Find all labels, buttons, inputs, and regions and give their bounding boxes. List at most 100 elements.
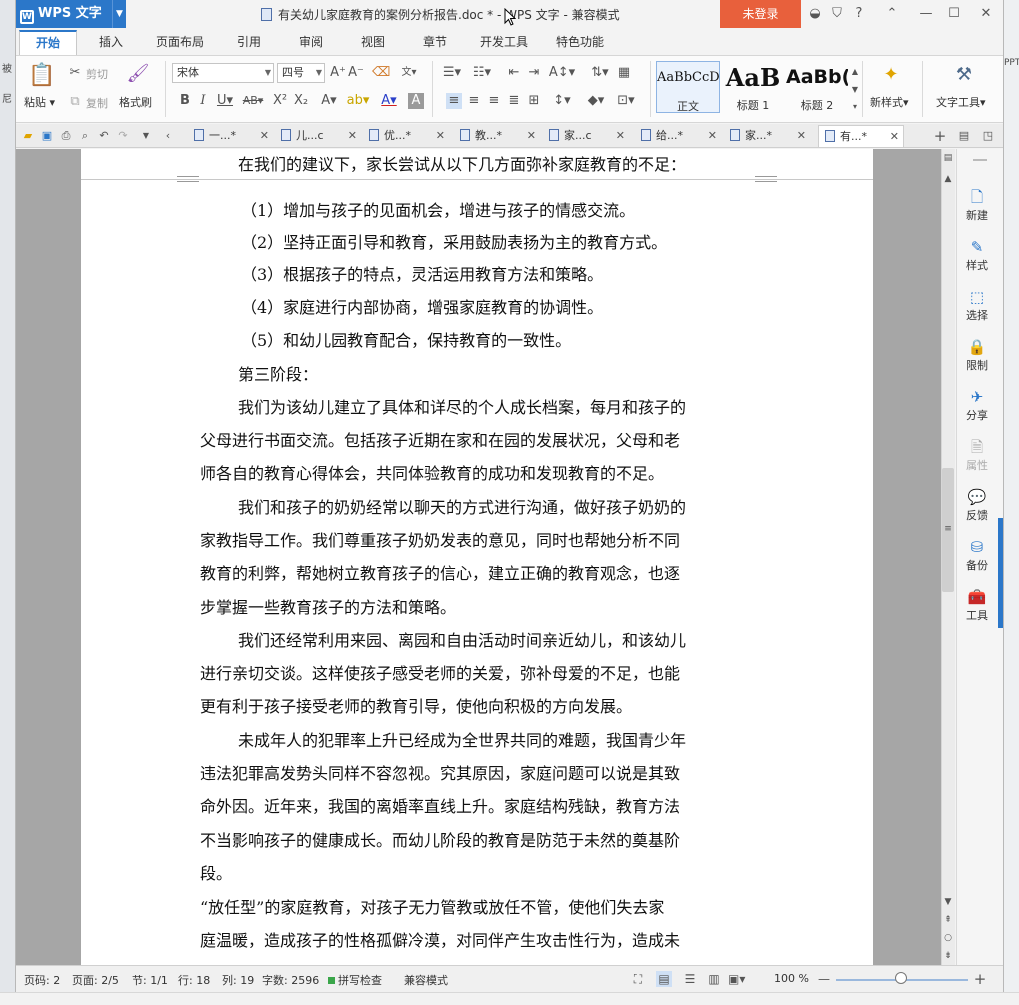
customize-toolbar-icon[interactable]: ▼ xyxy=(138,128,154,144)
minimize-icon[interactable]: — xyxy=(916,4,936,24)
highlight-icon[interactable]: ab▾ xyxy=(346,93,370,109)
text-tools-icon[interactable]: ⚒ xyxy=(951,63,977,87)
copy-button[interactable]: 复制 xyxy=(86,95,108,111)
task-pane-edge-toggle[interactable] xyxy=(998,518,1003,628)
scroll-down-icon[interactable]: ▼ xyxy=(941,895,955,909)
task-pane-share[interactable]: ✈ 分享 xyxy=(956,388,998,423)
shrink-font-icon[interactable]: A⁻ xyxy=(348,65,364,81)
close-tab-icon[interactable]: ✕ xyxy=(616,125,625,147)
collapse-icon[interactable]: ⌃ xyxy=(882,4,902,24)
page-view-icon[interactable]: ▤ xyxy=(656,971,672,987)
document-tab[interactable]: 儿...c ✕ xyxy=(281,125,357,147)
zoom-level[interactable]: 100 % xyxy=(774,972,809,985)
gallery-up-icon[interactable]: ▲ xyxy=(850,64,860,80)
cut-button[interactable]: 剪切 xyxy=(86,66,108,82)
app-menu-button[interactable]: W WPS 文字 xyxy=(16,0,126,28)
tab-chapter[interactable]: 章节 xyxy=(410,30,460,55)
tab-insert[interactable]: 插入 xyxy=(86,30,136,55)
close-tab-icon[interactable]: ✕ xyxy=(708,125,717,147)
shirt-icon[interactable]: ⛉ xyxy=(827,4,847,24)
decrease-indent-icon[interactable]: ⇤ xyxy=(506,65,522,81)
bullet-list-icon[interactable]: ☰▾ xyxy=(440,65,464,81)
grow-font-icon[interactable]: A⁺ xyxy=(330,65,346,81)
previous-page-icon[interactable]: ⇞ xyxy=(941,913,955,927)
login-button[interactable]: 未登录 xyxy=(720,0,801,28)
tab-menu-icon[interactable]: ◳ xyxy=(980,128,996,144)
next-page-icon[interactable]: ⇟ xyxy=(941,949,955,963)
document-tab[interactable]: 优...* ✕ xyxy=(369,125,445,147)
borders-icon[interactable]: ⊡▾ xyxy=(614,93,638,109)
style-heading-2[interactable]: AaBb( 标题 2 xyxy=(786,61,848,113)
line-spacing-icon[interactable]: ↕▾ xyxy=(550,93,574,109)
table-grid-icon[interactable]: ▦ xyxy=(616,65,632,81)
tab-view[interactable]: 视图 xyxy=(348,30,398,55)
document-tab[interactable]: 家...c ✕ xyxy=(549,125,625,147)
open-folder-icon[interactable]: ▰ xyxy=(20,128,36,144)
zoom-slider-knob[interactable] xyxy=(895,972,907,984)
scroll-up-icon[interactable]: ▲ xyxy=(941,172,955,186)
close-tab-icon[interactable]: ✕ xyxy=(527,125,536,147)
new-style-icon[interactable]: ✦ xyxy=(878,63,904,87)
task-pane-toolbox[interactable]: 🧰 工具 xyxy=(956,588,998,623)
close-tab-icon[interactable]: ✕ xyxy=(890,126,899,148)
word-count[interactable]: 字数: 2596 xyxy=(262,972,319,988)
tab-home[interactable]: 开始 xyxy=(19,30,77,55)
style-heading-1[interactable]: AaB 标题 1 xyxy=(722,61,784,113)
sort-icon[interactable]: ⇅▾ xyxy=(588,65,612,81)
format-painter-button[interactable]: 格式刷 xyxy=(119,94,152,110)
strikethrough-icon[interactable]: AB▾ xyxy=(240,93,266,109)
tab-references[interactable]: 引用 xyxy=(224,30,274,55)
tab-page-layout[interactable]: 页面布局 xyxy=(148,30,212,55)
task-pane-feedback[interactable]: 💬 反馈 xyxy=(956,488,998,523)
save-icon[interactable]: ▣ xyxy=(39,128,55,144)
gallery-down-icon[interactable]: ▼ xyxy=(850,82,860,98)
task-pane-style[interactable]: ✎ 样式 xyxy=(956,238,998,273)
tab-list-icon[interactable]: ▤ xyxy=(956,128,972,144)
help-icon[interactable]: ? xyxy=(849,4,869,24)
close-icon[interactable]: ✕ xyxy=(976,4,996,24)
close-tab-icon[interactable]: ✕ xyxy=(436,125,445,147)
tab-review[interactable]: 审阅 xyxy=(286,30,336,55)
maximize-icon[interactable]: ☐ xyxy=(944,4,964,24)
document-tab[interactable]: 给...* ✕ xyxy=(641,125,717,147)
align-left-icon[interactable]: ≡ xyxy=(446,93,462,109)
new-style-button[interactable]: 新样式▾ xyxy=(870,94,909,110)
font-color-icon[interactable]: A▾ xyxy=(378,93,400,109)
font-effects-icon[interactable]: A▾ xyxy=(318,93,340,109)
align-center-icon[interactable]: ≡ xyxy=(466,93,482,109)
outline-view-icon[interactable]: ☰ xyxy=(682,971,698,987)
spell-check-toggle[interactable]: 拼写检查 xyxy=(328,972,382,988)
cut-icon[interactable]: ✂ xyxy=(68,65,82,81)
app-menu-dropdown-icon[interactable]: ▼ xyxy=(112,0,126,28)
select-browse-object-icon[interactable]: ○ xyxy=(941,931,955,945)
italic-icon[interactable]: I xyxy=(196,93,210,109)
task-pane-properties[interactable]: 🗎 属性 xyxy=(956,438,998,473)
subscript-icon[interactable]: X₂ xyxy=(293,93,309,109)
paste-icon[interactable]: 📋 xyxy=(28,62,56,90)
document-tab[interactable]: 一...* ✕ xyxy=(194,125,269,147)
skin-icon[interactable]: ◒ xyxy=(805,4,825,24)
paste-button[interactable]: 粘贴 ▾ xyxy=(24,94,55,110)
close-tab-icon[interactable]: ✕ xyxy=(348,125,357,147)
format-painter-icon[interactable]: 🖌 xyxy=(126,62,150,86)
document-tab[interactable]: 家...* ✕ xyxy=(730,125,806,147)
close-tab-icon[interactable]: ✕ xyxy=(797,125,806,147)
increase-indent-icon[interactable]: ⇥ xyxy=(526,65,542,81)
new-tab-icon[interactable]: + xyxy=(932,128,948,144)
font-size-select[interactable]: 四号 ▼ xyxy=(277,63,325,83)
reading-view-icon[interactable]: ▥ xyxy=(706,971,722,987)
task-pane-select[interactable]: ⬚ 选择 xyxy=(956,288,998,323)
underline-icon[interactable]: U▾ xyxy=(214,93,236,109)
copy-icon[interactable]: ⧉ xyxy=(68,94,82,110)
scroll-tabs-left-icon[interactable]: ‹ xyxy=(160,128,176,144)
document-page[interactable]: 在我们的建议下，家长尝试从以下几方面弥补家庭教育的不足： （1）增加与孩子的见面机… xyxy=(81,149,873,965)
character-shading-icon[interactable]: A xyxy=(408,93,424,109)
justify-icon[interactable]: ≣ xyxy=(506,93,522,109)
numbered-list-icon[interactable]: ☷▾ xyxy=(470,65,494,81)
print-icon[interactable]: ⎙ xyxy=(58,128,74,144)
zoom-out-icon[interactable]: — xyxy=(816,971,832,987)
task-pane-backup[interactable]: ⛁ 备份 xyxy=(956,538,998,573)
fullscreen-view-icon[interactable]: ⛶ xyxy=(630,971,646,987)
tab-special-features[interactable]: 特色功能 xyxy=(548,30,612,55)
align-right-icon[interactable]: ≡ xyxy=(486,93,502,109)
